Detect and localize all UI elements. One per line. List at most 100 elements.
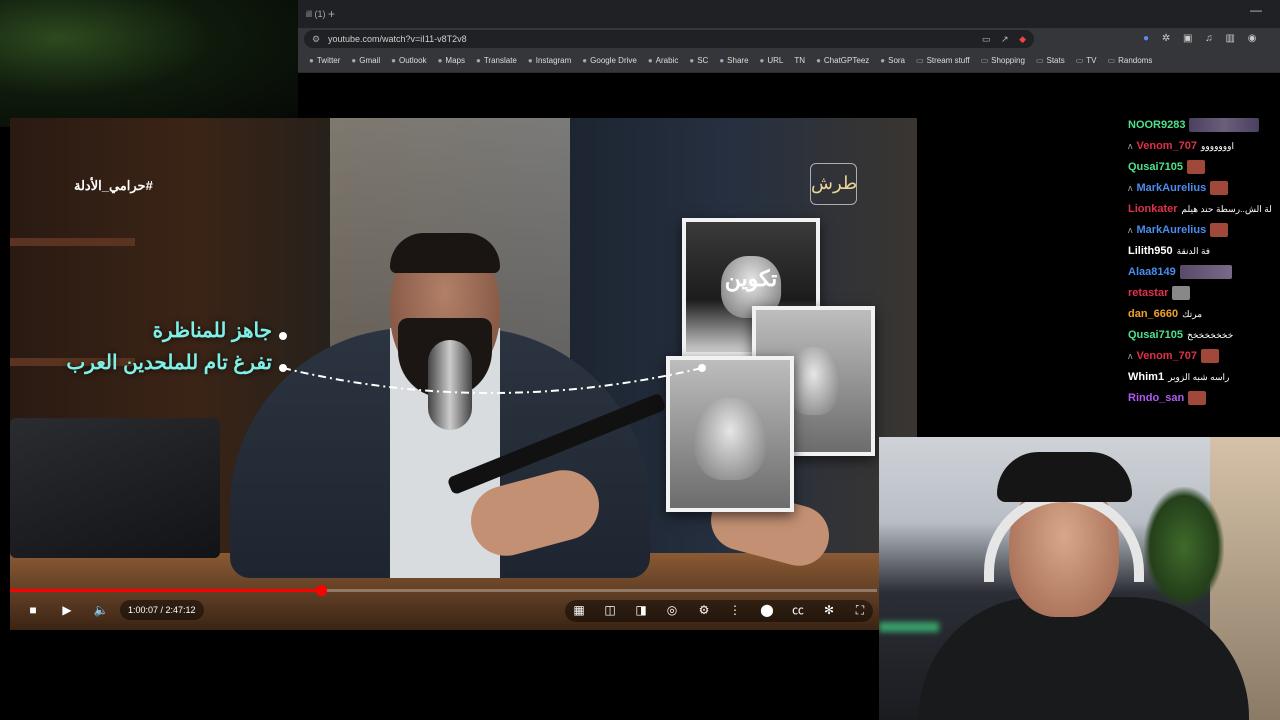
bookmark-label: ChatGPTeez [823,56,870,65]
x-icon: ● [309,56,314,65]
bookmark-item[interactable]: ● ChatGPTeez [816,50,869,72]
site-info-icon[interactable]: ⚙ [312,30,320,48]
new-tab-button[interactable]: + [328,4,335,24]
bookmark-label: Outlook [398,56,427,65]
emote-icon [1188,391,1207,406]
music-icon[interactable]: ♫ [1205,33,1213,44]
chat-username[interactable]: Whim1 [1128,371,1164,383]
address-bar[interactable]: ⚙ youtube.com/watch?v=iI11-v8T2v8 ▭ ↗ ◆ [304,30,1034,48]
bookmark-item[interactable]: ▭ Stats [1036,50,1065,72]
chat-message: NOOR9283 [1128,115,1280,136]
puzzle-icon[interactable]: ✲ [1162,33,1170,44]
autoplay-toggle[interactable]: ⬤ [756,601,778,619]
chat-text: خخخخخخخخ [1187,330,1234,340]
extension-icon[interactable]: ● [1143,33,1149,44]
bookmark-item[interactable]: ● SC [689,50,708,72]
chat-username[interactable]: retastar [1128,287,1168,299]
cast-icon[interactable]: ▭ [982,34,991,44]
captions-icon[interactable]: ㏄ [788,601,808,619]
extension-icon[interactable]: ◆ [1019,34,1026,44]
chat-username[interactable]: Venom_707 [1137,350,1198,362]
bookmark-label: Shopping [991,56,1025,65]
chat-message: ʌ MarkAurelius [1128,220,1280,241]
video-player[interactable]: تكوين #حرامي_الأدلة طرش جاهز للمناظرة تف… [10,118,917,630]
bookmark-item[interactable]: ▭ TV [1076,50,1097,72]
chat-username[interactable]: Lionkater [1128,203,1178,215]
bookmark-item[interactable]: ● Google Drive [582,50,637,72]
bookmark-item[interactable]: ▭ Shopping [981,50,1025,72]
reply-icon: ʌ [1128,141,1133,151]
outlook-icon: ● [391,56,396,65]
bookmark-label: TV [1086,56,1097,65]
chat-username[interactable]: NOOR9283 [1128,119,1185,131]
bookmark-label: TN [794,56,806,65]
chat-username[interactable]: MarkAurelius [1137,182,1207,194]
fullscreen-icon[interactable]: ⛶ [850,601,870,619]
bookmark-label: Instagram [535,56,572,65]
chat-username[interactable]: Venom_707 [1137,140,1198,152]
bookmark-label: Share [727,56,749,65]
theater-icon[interactable]: ◨ [631,601,651,619]
translate-icon: ● [475,56,481,65]
bookmark-item[interactable]: ● Instagram [528,50,571,72]
stop-icon[interactable]: ■ [24,601,42,619]
bookmark-item[interactable]: ● Maps [438,50,465,72]
settings-icon[interactable]: ✻ [819,601,839,619]
minimize-button[interactable]: — [1250,3,1262,17]
play-button[interactable]: ▶ [58,601,76,619]
chapters-icon[interactable]: ▦ [569,601,589,619]
chat-username[interactable]: Qusai7105 [1128,329,1183,341]
bookmark-label: Maps [445,56,465,65]
chat-username[interactable]: Alaa8149 [1128,266,1176,278]
profile-icon[interactable]: ◉ [1248,33,1257,44]
bookmark-item[interactable]: ▭ Randoms [1108,50,1153,72]
chat-username[interactable]: Rindo_san [1128,392,1184,404]
bullet-dot [279,364,287,372]
folder-icon: ▭ [980,56,989,65]
sidebar-icon[interactable]: ▥ [1226,33,1235,44]
chat-username[interactable]: MarkAurelius [1137,224,1207,236]
bookmark-label: Sora [888,56,906,65]
reply-icon: ʌ [1128,183,1133,193]
bookmark-label: Google Drive [590,56,637,65]
stream-chat: NOOR9283 ʌ Venom_707 اووووووو Qusai7105 ʌ Mark… [1128,115,1280,435]
bookmark-item[interactable]: ● Gmail [351,50,380,72]
gear-icon[interactable]: ⚙ [694,601,714,619]
bookmark-item[interactable]: ● Outlook [391,50,426,72]
chat-username[interactable]: Qusai7105 [1128,161,1183,173]
bookmark-item[interactable]: ● URL [760,50,784,72]
chat-message: ʌ MarkAurelius [1128,178,1280,199]
browser-tabstrip: ill (1) + — [298,0,1280,28]
volume-icon[interactable]: 🔈 [92,601,110,619]
bookmark-label: Stats [1046,56,1065,65]
bookmark-item[interactable]: ▭ Stream stuff [916,50,970,72]
streamer-webcam [879,437,1280,720]
more-options-icon[interactable]: ⋮ [725,601,745,619]
emote-icon [1201,349,1220,364]
share-icon[interactable]: ↗ [1001,34,1009,44]
bookmark-label: URL [767,56,784,65]
url-text[interactable]: youtube.com/watch?v=iI11-v8T2v8 [328,30,467,48]
chat-text: فة الدنقة [1176,246,1211,256]
bookmark-item[interactable]: TN [794,50,805,72]
progress-scrubber[interactable] [316,585,327,596]
bookmark-item[interactable]: ● Arabic [648,50,679,72]
chat-username[interactable]: dan_6660 [1128,308,1178,320]
gmail-icon: ● [351,56,357,65]
chat-text: راسه شبه الزوبر [1168,372,1230,382]
folder-icon: ▭ [1107,56,1116,65]
chat-message: Whim1 راسه شبه الزوبر [1128,367,1280,388]
pip-icon[interactable]: ◫ [600,601,620,619]
bookmark-item[interactable]: ● Twitter [309,50,340,72]
chat-username[interactable]: Lilith950 [1128,245,1173,257]
bookmark-item[interactable]: ● Translate [476,50,517,72]
overlay-caption-2: تفرغ تام للملحدين العرب [66,352,272,374]
progress-bar[interactable] [10,585,877,596]
sora-icon: ● [880,56,886,65]
screenshot-icon[interactable]: ▣ [1183,33,1192,44]
bookmark-item[interactable]: ● Share [719,50,748,72]
chat-message: Lilith950 فة الدنقة [1128,241,1280,262]
sc-icon: ● [689,56,695,65]
screenshot-icon[interactable]: ◎ [662,601,682,619]
bookmark-item[interactable]: ● Sora [880,50,905,72]
